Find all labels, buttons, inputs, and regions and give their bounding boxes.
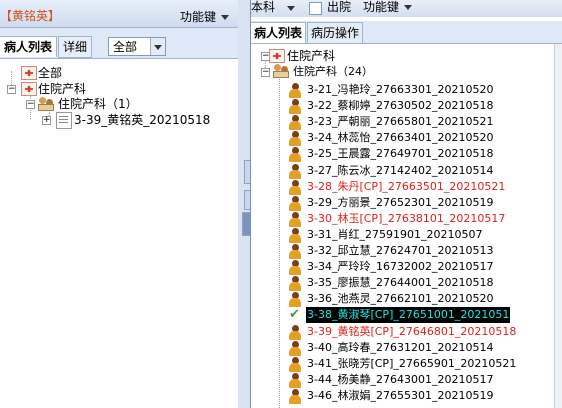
folder-icon — [21, 82, 37, 96]
tree-label-all: 全部 — [38, 66, 63, 80]
record-icon — [56, 112, 72, 129]
right-tabbar: 病人列表 病历操作 — [251, 21, 562, 44]
patient-icon — [289, 244, 301, 259]
patient-label: 3-31_肖红_27591901_20210507 — [307, 227, 483, 241]
patient-label: 3-22_蔡柳婷_27630502_20210518 — [307, 99, 494, 113]
collapse-icon[interactable]: − — [7, 85, 16, 94]
patient-icon — [289, 131, 301, 147]
patient-icon — [289, 388, 301, 404]
tree-label-patient: 3-39_黄铭英_20210518 — [74, 113, 211, 127]
collapse-icon[interactable]: − — [261, 68, 270, 77]
patient-label: 3-24_林蕊怡_27663401_20210520 — [307, 131, 494, 145]
right-function-menu[interactable]: 功能键 — [363, 0, 413, 15]
left-function-menu[interactable]: 功能键 — [180, 8, 230, 25]
tree-label-dept: 住院产科 — [287, 49, 336, 63]
right-function-label: 功能键 — [363, 0, 400, 14]
right-patient-tree: − 住院产科 − 住院产科（24） 3-21_冯艳玲_27663301_2021… — [251, 44, 554, 408]
patient-icon — [289, 115, 301, 131]
patient-label: 3-40_高玲春_27631201_20210514 — [307, 340, 494, 354]
right-toolbar: 本科 出院 功能键 — [251, 0, 562, 17]
left-titlebar: 【黄铭英】 功能键 — [0, 0, 238, 28]
dropdown-arrow-icon[interactable] — [150, 38, 165, 55]
group-icon — [38, 97, 54, 111]
patient-label: 3-44_杨美静_27643001_20210517 — [307, 372, 494, 386]
patient-label: 3-27_陈云冰_27142402_20210514 — [307, 163, 494, 177]
dept-label-partial: 本科 — [251, 0, 276, 14]
discharge-label: 出院 — [327, 0, 352, 14]
chevron-down-icon[interactable] — [287, 6, 295, 11]
patient-label: 3-25_王晨露_27649701_20210518 — [307, 147, 494, 161]
discharge-checkbox[interactable] — [309, 2, 322, 15]
patient-icon — [289, 356, 301, 372]
patient-icon — [289, 276, 301, 292]
patient-icon — [289, 179, 301, 195]
patient-label: 3-29_方丽景_27652301_20210519 — [307, 195, 494, 209]
patient-icon — [289, 83, 301, 98]
folder-icon — [269, 49, 285, 63]
patient-label: 3-34_严玲玲_16732002_20210517 — [307, 260, 494, 274]
vertical-scrollbar[interactable] — [554, 44, 562, 408]
collapse-icon[interactable]: − — [26, 100, 35, 109]
patient-label: 3-21_冯艳玲_27663301_20210520 — [307, 83, 494, 96]
panel-splitter[interactable] — [238, 0, 252, 408]
tree-label-ward: 住院产科（24） — [293, 65, 373, 78]
patient-label: 3-32_邱立慧_27624701_20210513 — [307, 244, 494, 257]
tree-line — [279, 74, 280, 408]
filter-select[interactable]: 全部 — [108, 37, 166, 56]
patient-icon — [289, 163, 301, 179]
left-patient-tree: 全部 − 住院产科 − 住院产科（1） + 3-39_黄铭英_20210518 — [0, 59, 238, 408]
patient-icon — [289, 195, 301, 211]
current-patient-title: 【黄铭英】 — [0, 9, 61, 23]
patient-icon — [289, 147, 301, 163]
tab-patient-list[interactable]: 病人列表 — [251, 22, 307, 43]
right-panel: 本科 出院 功能键 病人列表 病历操作 − 住院产科 − 住院产科（24） 3-… — [250, 0, 562, 408]
patient-icon — [289, 340, 301, 356]
patient-label: 3-41_张晓芳[CP]_27665901_20210521 — [307, 356, 517, 370]
left-function-label: 功能键 — [180, 10, 217, 24]
tab-patient-list[interactable]: 病人列表 — [0, 36, 58, 57]
patient-label: 3-35_廖振慧_27644001_20210518 — [307, 276, 494, 290]
patient-icon — [289, 324, 301, 340]
chevron-down-icon — [221, 15, 230, 20]
patient-label: 3-23_严朝丽_27665801_20210521 — [307, 115, 494, 129]
patient-label: 3-30_林玉[CP]_27638101_20210517 — [307, 211, 506, 225]
chevron-down-icon — [404, 5, 413, 10]
check-icon: ✔ — [289, 307, 300, 323]
patient-icon — [289, 260, 301, 276]
patient-label: 3-28_朱丹[CP]_27663501_20210521 — [307, 179, 506, 193]
expand-icon[interactable]: + — [42, 116, 51, 125]
tree-label-ward: 住院产科（1） — [58, 97, 138, 111]
tree-label-dept: 住院产科 — [38, 82, 87, 96]
patient-icon — [289, 227, 301, 243]
patient-icon — [289, 99, 301, 115]
tab-record-ops[interactable]: 病历操作 — [307, 22, 364, 44]
patient-label: 3-46_林淑娟_27655301_20210519 — [307, 388, 494, 402]
group-icon — [273, 64, 289, 78]
tab-detail[interactable]: 详细 — [58, 36, 93, 58]
patient-icon — [289, 211, 301, 227]
patient-icon — [289, 372, 301, 388]
folder-icon — [21, 66, 37, 80]
patient-label: 3-36_池燕灵_27662101_20210520 — [307, 292, 494, 306]
patient-label: 3-38_黄淑琴[CP]_27651001_2021051 — [306, 307, 511, 324]
filter-value: 全部 — [113, 40, 138, 54]
patient-label: 3-39_黄铭英[CP]_27646801_20210518 — [307, 324, 517, 338]
left-tabbar: 病人列表 详细 全部 — [0, 28, 238, 59]
patient-icon — [289, 292, 301, 308]
